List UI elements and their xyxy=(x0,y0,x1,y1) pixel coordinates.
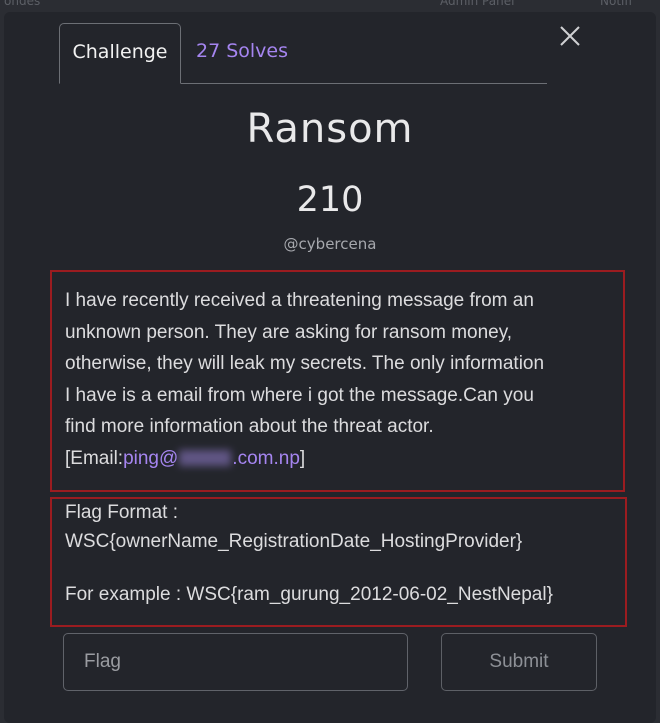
close-icon[interactable] xyxy=(556,22,584,50)
flag-format-label: Flag Format : xyxy=(65,502,178,523)
challenge-points: 210 xyxy=(296,180,364,220)
challenge-title: Ransom xyxy=(246,106,414,152)
email-prefix: [Email: xyxy=(65,447,124,469)
description-line: unknown person. They are asking for rans… xyxy=(65,321,513,343)
background-text-left: ondes xyxy=(4,0,41,8)
description-line: find more information about the threat a… xyxy=(65,416,434,438)
description-box: I have recently received a threatening m… xyxy=(50,270,625,492)
background-text-notifications: Notifi xyxy=(600,0,632,8)
flag-example: For example : WSC{ram_gurung_2012-06-02_… xyxy=(65,584,553,605)
flag-format-box: Flag Format : WSC{ownerName_Registration… xyxy=(50,497,627,627)
background-text-admin: Admin Panel xyxy=(440,0,515,8)
description-line: I have recently received a threatening m… xyxy=(65,290,534,311)
flag-input[interactable] xyxy=(63,633,408,691)
email-domain: .com.np xyxy=(232,447,300,469)
challenge-description: I have recently received a threatening m… xyxy=(65,285,615,475)
description-line: I have is a email from where i got the m… xyxy=(65,384,534,406)
tab-solves[interactable]: 27 Solves xyxy=(196,23,288,82)
email-link[interactable]: ping@ .com.np xyxy=(123,448,300,469)
redacted-domain xyxy=(179,449,232,466)
submit-button[interactable]: Submit xyxy=(441,633,597,691)
tab-challenge[interactable]: Challenge xyxy=(59,23,181,84)
email-line: [Email:ping@ .com.np] xyxy=(65,443,615,475)
description-line: otherwise, they will leak my secrets. Th… xyxy=(65,353,545,375)
challenge-tabs: Challenge 27 Solves xyxy=(59,23,547,84)
email-user: ping@ xyxy=(123,447,179,469)
challenge-author: @cybercena xyxy=(283,235,377,253)
email-suffix: ] xyxy=(299,447,306,469)
flag-format-value: WSC{ownerName_RegistrationDate_HostingPr… xyxy=(65,531,523,552)
background-header: ondes Admin Panel Notifi xyxy=(0,0,660,10)
